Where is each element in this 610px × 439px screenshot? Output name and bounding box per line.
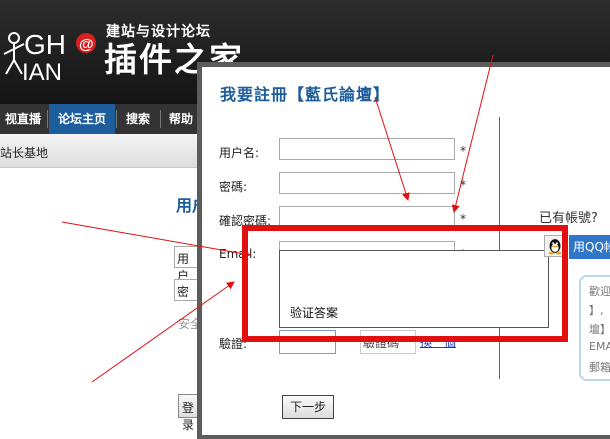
svg-text:GH: GH (24, 29, 66, 60)
dialog-title: 我要註冊【藍氏論壇】 (220, 85, 391, 104)
confirm-password-input[interactable] (279, 206, 455, 228)
required-mark: * (460, 144, 466, 158)
welcome-info-box: 歡迎 】, 壇】 EMA 郵箱 (579, 275, 610, 381)
email-label: Email: (219, 247, 257, 261)
captcha-label: 驗證: (219, 337, 248, 351)
nav-item-forum-home[interactable]: 论坛主页 (49, 104, 115, 134)
qq-login-button[interactable]: 用QQ帐号登录 (569, 235, 610, 259)
svg-text:@: @ (79, 36, 94, 53)
username-input[interactable] (279, 138, 455, 160)
site-logo-icon[interactable]: GH @ IAN (0, 18, 110, 88)
username-label: 用户名: (219, 146, 260, 160)
captcha-image: 驗證碼 (360, 330, 416, 354)
nav-item-search[interactable]: 搜索 (118, 104, 158, 134)
site-tagline: 建站与设计论坛 (106, 24, 211, 40)
info-line: 】, (589, 304, 604, 317)
info-line: EMA (589, 340, 610, 353)
info-line: 歡迎 (589, 285, 610, 298)
password-label: 密碼: (219, 180, 248, 194)
nav-separator (47, 110, 48, 128)
required-mark: * (460, 178, 466, 192)
required-mark: * (460, 212, 466, 226)
qq-penguin-icon[interactable] (544, 235, 566, 257)
captcha-input[interactable] (279, 330, 336, 354)
info-line: 郵箱 (589, 361, 610, 374)
info-line: 壇】 (589, 323, 610, 336)
has-account-label: 已有帳號? (539, 211, 598, 226)
refresh-captcha-link[interactable]: 換一個 (420, 333, 456, 350)
autocomplete-dropdown[interactable]: 验证答案 (279, 250, 549, 328)
register-dialog: 我要註冊【藍氏論壇】 用户名: * 密碼: * 確認密碼: * Email: *… (197, 62, 610, 439)
nav-item-help[interactable]: 帮助 (163, 104, 199, 134)
confirm-password-label: 確認密碼: (219, 214, 272, 228)
dropdown-option[interactable]: 验证答案 (290, 304, 338, 321)
svg-text:IAN: IAN (22, 59, 62, 86)
dialog-divider (499, 117, 500, 379)
nav-separator (116, 110, 117, 128)
nav-item-live[interactable]: 视直播 (0, 104, 46, 134)
password-input[interactable] (279, 172, 455, 194)
next-step-button[interactable]: 下一步 (282, 395, 334, 419)
breadcrumb[interactable]: 站长基地 (0, 144, 48, 161)
nav-separator (160, 110, 161, 128)
